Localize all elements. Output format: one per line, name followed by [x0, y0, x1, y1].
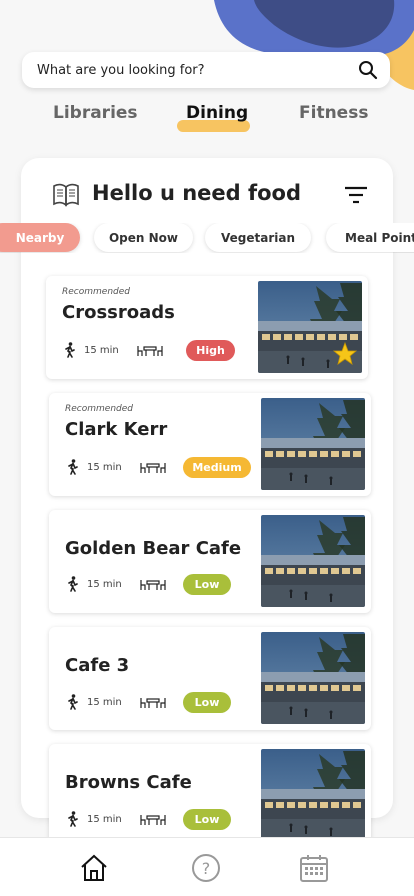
filter-chips: Nearby Open Now Vegetarian Meal Points — [0, 223, 414, 253]
place-meta: 15 min — [67, 692, 166, 712]
place-photo — [261, 398, 365, 490]
search-input[interactable] — [37, 62, 358, 78]
chip-nearby[interactable]: Nearby — [0, 223, 80, 252]
panel-title: Hello u need food — [92, 181, 302, 205]
place-card[interactable]: Cafe 3 15 min Low — [49, 627, 371, 730]
walk-time: 15 min — [87, 461, 122, 473]
crowd-badge: Low — [183, 574, 231, 595]
walking-icon — [67, 576, 79, 592]
walking-icon — [67, 811, 79, 827]
chip-meal-points[interactable]: Meal Points — [326, 223, 414, 252]
place-name: Clark Kerr — [65, 419, 168, 440]
seating-icon — [140, 695, 166, 709]
crowd-badge: Low — [183, 692, 231, 713]
place-card[interactable]: Golden Bear Cafe 15 min Low — [49, 510, 371, 613]
place-name: Browns Cafe — [65, 772, 192, 793]
seating-icon — [140, 460, 166, 474]
category-tabs: Libraries Dining Fitness — [0, 103, 414, 133]
place-card[interactable]: Recommended Crossroads 15 min High — [46, 276, 368, 379]
book-icon — [52, 182, 80, 212]
place-photo — [261, 632, 365, 724]
walk-time: 15 min — [87, 696, 122, 708]
chip-open-now[interactable]: Open Now — [94, 223, 193, 252]
crowd-badge: Low — [183, 809, 231, 830]
place-card[interactable]: Browns Cafe 15 min Low — [49, 744, 371, 847]
walk-time: 15 min — [87, 813, 122, 825]
walking-icon — [64, 342, 76, 358]
place-name: Cafe 3 — [65, 655, 130, 676]
place-meta: 15 min — [67, 574, 166, 594]
crowd-badge: High — [186, 340, 235, 361]
seating-icon — [140, 812, 166, 826]
walk-time: 15 min — [87, 578, 122, 590]
recommended-label: Recommended — [65, 404, 133, 414]
help-icon[interactable]: ? — [190, 852, 222, 884]
place-photo — [261, 515, 365, 607]
home-icon[interactable] — [78, 852, 110, 884]
walking-icon — [67, 694, 79, 710]
walk-time: 15 min — [84, 344, 119, 356]
tab-libraries[interactable]: Libraries — [53, 103, 138, 123]
place-name: Golden Bear Cafe — [65, 538, 242, 559]
place-meta: 15 min — [64, 340, 163, 360]
tab-dining[interactable]: Dining — [186, 103, 248, 123]
filter-icon[interactable] — [344, 186, 368, 208]
svg-text:?: ? — [202, 859, 211, 878]
bottom-nav: ? — [0, 837, 414, 896]
place-meta: 15 min — [67, 457, 166, 477]
walking-icon — [67, 459, 79, 475]
search-icon[interactable] — [358, 60, 378, 80]
chip-vegetarian[interactable]: Vegetarian — [205, 223, 311, 252]
place-photo — [261, 749, 365, 841]
place-photo — [258, 281, 362, 373]
place-name: Crossroads — [62, 302, 175, 323]
place-meta: 15 min — [67, 809, 166, 829]
calendar-icon[interactable] — [298, 852, 330, 884]
place-card[interactable]: Recommended Clark Kerr 15 min Medium — [49, 393, 371, 496]
seating-icon — [137, 343, 163, 357]
seating-icon — [140, 577, 166, 591]
recommended-label: Recommended — [62, 287, 130, 297]
search-bar[interactable] — [22, 52, 390, 88]
crowd-badge: Medium — [183, 457, 251, 478]
tab-fitness[interactable]: Fitness — [299, 103, 368, 123]
